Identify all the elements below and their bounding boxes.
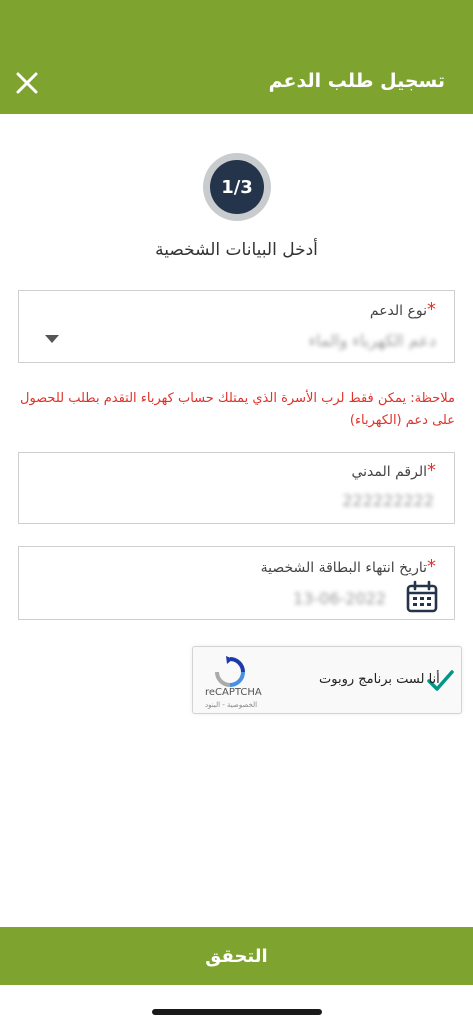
- required-mark: *: [427, 299, 436, 320]
- close-icon: [16, 72, 38, 94]
- page-title: تسجيل طلب الدعم: [268, 70, 445, 92]
- required-mark: *: [427, 460, 436, 481]
- civil-id-value: 222222222: [342, 491, 434, 510]
- civil-id-field[interactable]: *الرقم المدني 222222222: [18, 452, 455, 524]
- header-bar: تسجيل طلب الدعم: [0, 0, 473, 114]
- step-label: 1/3: [210, 160, 264, 214]
- recaptcha-widget: أنا لست برنامج روبوت reCAPTCHA الخصوصية …: [192, 646, 462, 714]
- recaptcha-brand: reCAPTCHA: [205, 687, 262, 698]
- id-expiry-label: *تاريخ انتهاء البطاقة الشخصية: [260, 556, 436, 577]
- support-type-select[interactable]: *نوع الدعم دعم الكهرباء والماء: [18, 290, 455, 363]
- calendar-icon[interactable]: [405, 580, 439, 614]
- required-mark: *: [427, 556, 436, 577]
- id-expiry-value: 13-06-2022: [293, 589, 386, 608]
- section-title: أدخل البيانات الشخصية: [155, 240, 318, 260]
- verify-button[interactable]: التحقق: [0, 927, 473, 985]
- civil-id-label: *الرقم المدني: [351, 460, 436, 481]
- eligibility-note: ملاحظة: يمكن فقط لرب الأسرة الذي يمتلك ح…: [20, 391, 455, 428]
- recaptcha-links[interactable]: الخصوصية - البنود: [205, 701, 257, 709]
- close-button[interactable]: [10, 64, 44, 102]
- support-type-value: دعم الكهرباء والماء: [308, 331, 436, 350]
- id-expiry-field[interactable]: *تاريخ انتهاء البطاقة الشخصية 13-06-2022: [18, 546, 455, 620]
- support-type-label: *نوع الدعم: [369, 299, 436, 320]
- verify-button-label: التحقق: [205, 945, 268, 967]
- home-indicator[interactable]: [152, 1009, 322, 1015]
- recaptcha-checkbox-label: أنا لست برنامج روبوت: [319, 672, 440, 687]
- recaptcha-logo-icon: [215, 656, 245, 687]
- step-indicator: 1/3: [203, 153, 271, 221]
- chevron-down-icon: [45, 335, 59, 343]
